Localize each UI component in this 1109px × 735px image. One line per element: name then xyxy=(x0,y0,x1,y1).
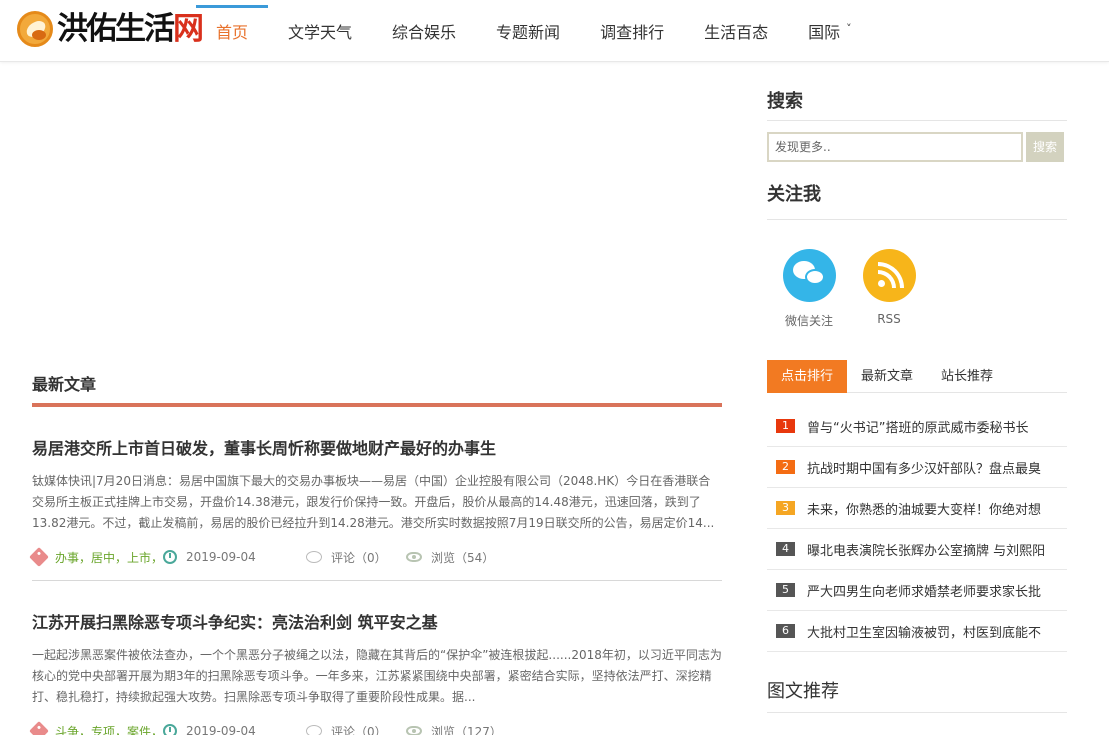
comment-icon xyxy=(306,725,322,735)
article-meta: 办事，居中，上市， 2019-09-04 评论（0） 浏览（54） xyxy=(29,534,722,580)
article-date: 2019-09-04 xyxy=(186,724,256,735)
rank-title: 曾与“火书记”搭班的原武威市委秘书长 xyxy=(807,420,1029,436)
list-item[interactable]: 1 曾与“火书记”搭班的原武威市委秘书长 xyxy=(767,406,1067,447)
latest-articles-heading: 最新文章 xyxy=(32,370,722,407)
list-item[interactable]: 4 曝北电表演院长张辉办公室摘牌 与刘熙阳 xyxy=(767,529,1067,570)
chevron-down-icon: ˅ xyxy=(846,22,852,35)
article-comments[interactable]: 评论（0） xyxy=(331,723,406,735)
picture-recommend-heading: 图文推荐 xyxy=(767,670,1067,713)
tag-icon xyxy=(29,547,49,567)
logo-text: 洪佑生活网 xyxy=(57,11,204,47)
main-nav: 首页 文学天气 综合娱乐 专题新闻 调查排行 生活百态 国际 ˅ xyxy=(196,0,872,62)
comment-icon xyxy=(306,551,322,563)
rank-title: 曝北电表演院长张辉办公室摘牌 与刘熙阳 xyxy=(807,543,1046,559)
sidebar: 搜索 搜索 关注我 微信关注 RSS 点击排行 最新文章 站长推荐 1 曾与“火… xyxy=(767,62,1067,713)
site-header: 洪佑生活网 首页 文学天气 综合娱乐 专题新闻 调查排行 生活百态 国际 ˅ xyxy=(0,0,1109,62)
ranking-tabs: 点击排行 最新文章 站长推荐 xyxy=(767,360,1067,393)
nav-item-survey-rankings[interactable]: 调查排行 xyxy=(580,0,684,62)
rank-title: 抗战时期中国有多少汉奸部队？盘点最臭 xyxy=(807,461,1042,477)
search-form: 搜索 xyxy=(767,132,1067,162)
article-title[interactable]: 易居港交所上市首日破发，董事长周忻称要做地财产最好的办事生 xyxy=(32,437,722,461)
nav-item-home[interactable]: 首页 xyxy=(196,0,269,62)
list-item[interactable]: 3 未来，你熟悉的油城要大变样！你绝对想 xyxy=(767,488,1067,529)
rank-title: 严大四男生向老师求婚禁老师要求家长批 xyxy=(807,584,1042,600)
article-comments[interactable]: 评论（0） xyxy=(331,549,406,566)
wechat-icon xyxy=(782,249,836,302)
list-item[interactable]: 5 严大四男生向老师求婚禁老师要求家长批 xyxy=(767,570,1067,611)
site-logo[interactable]: 洪佑生活网 xyxy=(17,9,204,49)
article-summary: 一起起涉黑恶案件被依法查办，一个个黑恶分子被绳之以法，隐藏在其背后的“保护伞”被… xyxy=(32,648,722,704)
article-item: 易居港交所上市首日破发，董事长周忻称要做地财产最好的办事生 钛媒体快讯|7月20… xyxy=(29,437,722,581)
rank-number-badge: 2 xyxy=(776,460,795,474)
follow-links: 微信关注 RSS xyxy=(767,249,1067,337)
article-title[interactable]: 江苏开展扫黑除恶专项斗争纪实：亮法治利剑 筑平安之基 xyxy=(32,611,722,635)
tab-latest-articles[interactable]: 最新文章 xyxy=(847,360,927,393)
nav-item-international[interactable]: 国际 ˅ xyxy=(788,0,872,62)
nav-item-life[interactable]: 生活百态 xyxy=(684,0,788,62)
nav-item-literature-weather[interactable]: 文学天气 xyxy=(268,0,372,62)
rank-number-badge: 6 xyxy=(776,624,795,638)
rank-title: 未来，你熟悉的油城要大变样！你绝对想 xyxy=(807,502,1042,518)
follow-heading: 关注我 xyxy=(767,180,1067,220)
eye-icon xyxy=(406,726,422,735)
search-heading: 搜索 xyxy=(767,62,1067,121)
rank-number-badge: 1 xyxy=(776,419,795,433)
rank-number-badge: 5 xyxy=(776,583,795,597)
clock-icon xyxy=(163,550,177,564)
rank-number-badge: 4 xyxy=(776,542,795,556)
article-date: 2019-09-04 xyxy=(186,550,256,564)
rank-list: 1 曾与“火书记”搭班的原武威市委秘书长 2 抗战时期中国有多少汉奸部队？盘点最… xyxy=(767,406,1067,652)
tag-icon xyxy=(29,721,49,735)
article-views: 浏览（54） xyxy=(431,550,495,565)
clock-icon xyxy=(163,724,177,735)
main-content: 最新文章 易居港交所上市首日破发，董事长周忻称要做地财产最好的办事生 钛媒体快讯… xyxy=(29,62,722,735)
article-views: 浏览（127） xyxy=(431,724,502,735)
article-summary: 钛媒体快讯|7月20日消息：易居中国旗下最大的交易办事板块——易居（中国）企业控… xyxy=(32,474,715,530)
search-button[interactable]: 搜索 xyxy=(1026,132,1064,162)
search-input[interactable] xyxy=(767,132,1023,162)
tab-editor-picks[interactable]: 站长推荐 xyxy=(927,360,1007,393)
logo-emblem-icon xyxy=(17,11,53,47)
article-tags[interactable]: 办事，居中，上市， xyxy=(55,549,163,566)
follow-label: 微信关注 xyxy=(784,314,833,328)
rss-icon xyxy=(862,249,916,302)
article-tags[interactable]: 斗争，专项，案件， xyxy=(55,723,163,735)
nav-item-entertainment[interactable]: 综合娱乐 xyxy=(372,0,476,62)
list-item[interactable]: 2 抗战时期中国有多少汉奸部队？盘点最臭 xyxy=(767,447,1067,488)
article-meta: 斗争，专项，案件， 2019-09-04 评论（0） 浏览（127） xyxy=(29,708,722,735)
follow-rss[interactable]: RSS xyxy=(851,249,927,337)
rank-number-badge: 3 xyxy=(776,501,795,515)
follow-label: RSS xyxy=(877,312,901,326)
eye-icon xyxy=(406,552,422,562)
rank-title: 大批村卫生室因输液被罚，村医到底能不 xyxy=(807,625,1042,641)
follow-wechat[interactable]: 微信关注 xyxy=(771,249,847,337)
nav-item-special-news[interactable]: 专题新闻 xyxy=(476,0,580,62)
article-item: 江苏开展扫黑除恶专项斗争纪实：亮法治利剑 筑平安之基 一起起涉黑恶案件被依法查办… xyxy=(29,611,722,735)
ad-placeholder xyxy=(32,62,722,370)
tab-click-ranking[interactable]: 点击排行 xyxy=(767,360,848,393)
list-item[interactable]: 6 大批村卫生室因输液被罚，村医到底能不 xyxy=(767,611,1067,652)
